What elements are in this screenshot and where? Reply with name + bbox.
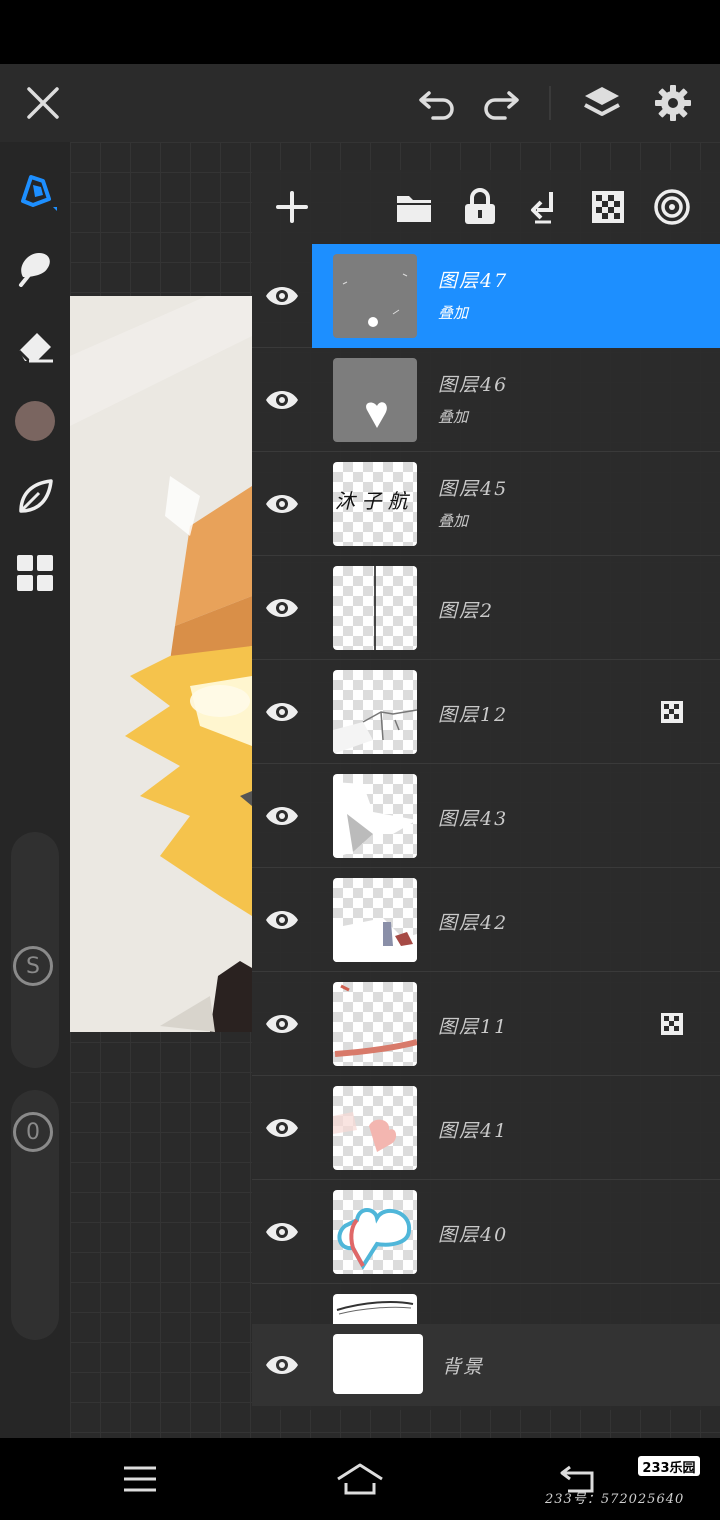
home-icon[interactable] bbox=[335, 1454, 385, 1504]
opacity-slider-label: 0 bbox=[26, 1119, 40, 1145]
layer-thumbnail bbox=[333, 566, 417, 650]
layer-name: 图层46 bbox=[438, 374, 509, 396]
eye-icon[interactable] bbox=[264, 486, 300, 522]
background-layer-thumbnail bbox=[333, 1334, 423, 1394]
layers-icon[interactable] bbox=[577, 78, 627, 128]
layer-blend-mode: 叠加 bbox=[438, 512, 469, 530]
close-icon[interactable] bbox=[18, 78, 68, 128]
watermark-logo: 233乐园 bbox=[638, 1456, 700, 1476]
grid-icon[interactable] bbox=[10, 548, 60, 598]
artwork-canvas[interactable] bbox=[70, 296, 252, 1032]
add-layer-icon[interactable] bbox=[269, 184, 315, 230]
color-swatch[interactable] bbox=[10, 396, 60, 446]
layer-thumbnail bbox=[333, 982, 417, 1066]
layer-panel-toolbar bbox=[252, 170, 720, 244]
layer-thumbnail bbox=[333, 774, 417, 858]
gear-icon[interactable] bbox=[648, 78, 698, 128]
layer-row[interactable]: 沐 子 航 图层45 叠加 bbox=[252, 452, 720, 556]
toolbar-divider bbox=[549, 86, 551, 120]
eye-icon[interactable] bbox=[264, 1347, 300, 1383]
eye-icon[interactable] bbox=[264, 278, 300, 314]
eye-icon[interactable] bbox=[264, 798, 300, 834]
layer-name: 图层40 bbox=[438, 1224, 509, 1246]
layer-name: 图层45 bbox=[438, 478, 509, 500]
layer-row[interactable]: 图层11 bbox=[252, 972, 720, 1076]
layer-name: 图层41 bbox=[438, 1120, 509, 1142]
layer-thumbnail bbox=[333, 670, 417, 754]
background-layer-row[interactable]: 背景 bbox=[252, 1324, 720, 1406]
bottom-nav: 233乐园 233号：572025640 bbox=[0, 1438, 720, 1520]
smudge-icon[interactable] bbox=[10, 242, 60, 292]
eraser-icon[interactable] bbox=[10, 320, 60, 370]
layer-row[interactable]: 图层41 bbox=[252, 1076, 720, 1180]
eye-icon[interactable] bbox=[264, 382, 300, 418]
eye-icon[interactable] bbox=[264, 1006, 300, 1042]
eye-icon[interactable] bbox=[264, 590, 300, 626]
layer-name: 图层11 bbox=[438, 1016, 509, 1038]
layer-thumbnail bbox=[333, 358, 417, 442]
layer-row[interactable]: 图层12 bbox=[252, 660, 720, 764]
size-slider-label: S bbox=[26, 953, 40, 979]
layer-name: 图层12 bbox=[438, 704, 509, 726]
undo-icon[interactable] bbox=[412, 78, 462, 128]
partial-layer-thumbnail bbox=[333, 1294, 417, 1324]
menu-icon[interactable] bbox=[115, 1454, 165, 1504]
svg-text:沐 子 航: 沐 子 航 bbox=[335, 489, 411, 513]
layer-row[interactable]: 图层40 bbox=[252, 1180, 720, 1284]
size-slider-knob[interactable]: S bbox=[13, 946, 53, 986]
layer-thumbnail bbox=[333, 1086, 417, 1170]
top-bar bbox=[0, 64, 720, 142]
layer-thumbnail: 沐 子 航 bbox=[333, 462, 417, 546]
eye-icon[interactable] bbox=[264, 902, 300, 938]
folder-icon[interactable] bbox=[391, 184, 437, 230]
leaf-icon[interactable] bbox=[10, 472, 60, 522]
layer-row[interactable]: 图层47 叠加 bbox=[252, 244, 720, 348]
eye-icon[interactable] bbox=[264, 1214, 300, 1250]
checker-icon[interactable] bbox=[585, 184, 631, 230]
background-layer-name: 背景 bbox=[442, 1356, 485, 1378]
layer-thumbnail bbox=[333, 254, 417, 338]
layer-name: 图层42 bbox=[438, 912, 509, 934]
lock-icon[interactable] bbox=[457, 184, 503, 230]
current-color bbox=[15, 401, 55, 441]
target-icon[interactable] bbox=[649, 184, 695, 230]
watermark-text: 233号：572025640 bbox=[545, 1492, 685, 1507]
brush-icon[interactable] bbox=[10, 166, 60, 216]
opacity-slider-knob[interactable]: 0 bbox=[13, 1112, 53, 1152]
layer-name: 图层43 bbox=[438, 808, 509, 830]
redo-icon[interactable] bbox=[476, 78, 526, 128]
layer-row[interactable]: 图层42 bbox=[252, 868, 720, 972]
clipping-mask-icon[interactable] bbox=[660, 700, 684, 724]
eye-icon[interactable] bbox=[264, 694, 300, 730]
layer-blend-mode: 叠加 bbox=[438, 408, 469, 426]
layer-blend-mode: 叠加 bbox=[438, 304, 469, 322]
status-bar bbox=[0, 0, 720, 64]
layer-name: 图层47 bbox=[438, 270, 509, 292]
layer-row[interactable]: 图层46 叠加 bbox=[252, 348, 720, 452]
layer-row[interactable]: 图层43 bbox=[252, 764, 720, 868]
merge-down-icon[interactable] bbox=[521, 184, 567, 230]
layer-name: 图层2 bbox=[438, 600, 495, 622]
layer-panel: 图层47 叠加 图层46 叠加沐 子 航图层45 叠加 图层2 图层12 图层43 图层42 图层… bbox=[252, 170, 720, 1410]
layer-thumbnail bbox=[333, 878, 417, 962]
left-toolbar: S 0 bbox=[0, 142, 70, 1438]
layer-row[interactable]: 图层2 bbox=[252, 556, 720, 660]
eye-icon[interactable] bbox=[264, 1110, 300, 1146]
clipping-mask-icon[interactable] bbox=[660, 1012, 684, 1036]
layer-thumbnail bbox=[333, 1190, 417, 1274]
